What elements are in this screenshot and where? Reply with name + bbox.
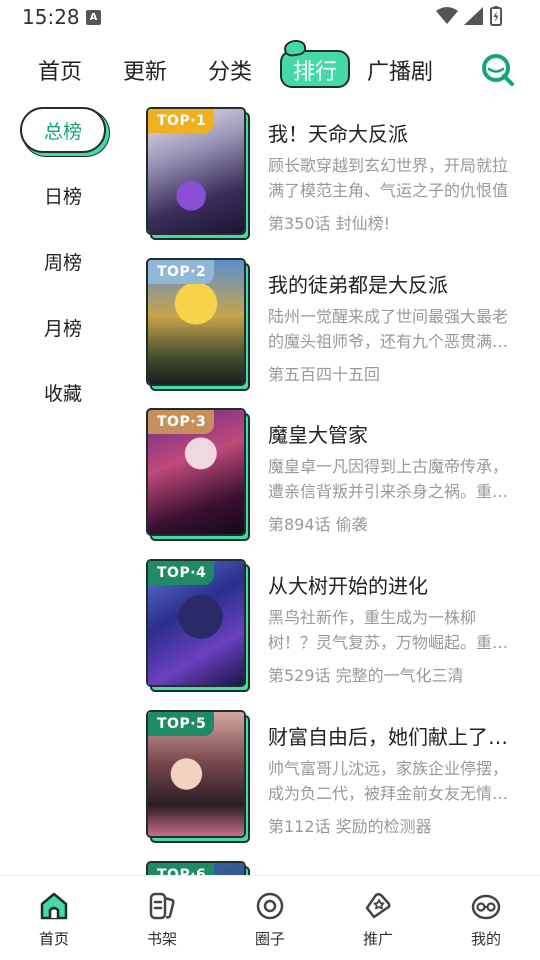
item-episode: 第894话 偷袭 (268, 515, 368, 534)
cover-image[interactable]: TOP·6 (146, 861, 246, 875)
notification-icon: A (86, 10, 101, 25)
profile-icon (471, 894, 501, 920)
bottom-nav-label: 首页 (38, 930, 69, 948)
search-icon[interactable] (480, 52, 516, 88)
bottom-nav: 首页 书架 圈子 推广 我的 (0, 875, 540, 960)
bottom-nav-home[interactable]: 首页 (0, 876, 108, 960)
tab-category[interactable]: 分类 (208, 54, 252, 86)
bottom-nav-promote[interactable]: 推广 (324, 876, 432, 960)
tab-update[interactable]: 更新 (123, 54, 167, 86)
status-bar: 15:28 A (0, 0, 540, 34)
wifi-icon (436, 7, 458, 24)
list-item[interactable]: TOP·1 我！天命大反派 顾长歌穿越到玄幻世界，开局就拉满了模范主角、气运之子… (146, 107, 526, 240)
bookshelf-icon (149, 892, 175, 920)
bottom-nav-label: 推广 (362, 930, 393, 948)
item-description: 魔皇卓一凡因得到上古魔帝传承，遭亲信背叛并引来杀身之祸。重生之后 (268, 457, 509, 501)
item-description: 顾长歌穿越到玄幻世界，开局就拉满了模范主角、气运之子的仇恨值 (268, 156, 509, 200)
cover-image[interactable]: TOP·2 (146, 258, 246, 386)
rank-badge: TOP·3 (148, 410, 214, 434)
tab-audio-drama[interactable]: 广播剧 (367, 54, 433, 86)
cover-image[interactable]: TOP·5 (146, 710, 246, 838)
bottom-nav-circle[interactable]: 圈子 (216, 876, 324, 960)
rank-badge: TOP·6 (148, 863, 214, 875)
bottom-nav-bookshelf[interactable]: 书架 (108, 876, 216, 960)
bottom-nav-label: 我的 (470, 930, 501, 948)
top-nav: 首页 更新 分类 排行 广播剧 (0, 38, 540, 98)
item-episode: 第五百四十五回 (268, 365, 381, 384)
list-item[interactable]: TOP·6 (146, 861, 526, 875)
item-description: 黑鸟社新作，重生成为一株柳树！？灵气复苏，万物崛起。重生为树 (268, 608, 509, 652)
list-item[interactable]: TOP·5 财富自由后，她们献上了忠诚 帅气富哥儿沈远，家族企业停摆，成为负二代… (146, 710, 526, 843)
rank-badge: TOP·5 (148, 712, 214, 736)
battery-icon (490, 6, 502, 26)
rank-badge: TOP·4 (148, 561, 214, 585)
tab-ranking[interactable]: 排行 (293, 54, 337, 86)
cover-image[interactable]: TOP·3 (146, 408, 246, 536)
bottom-nav-label: 书架 (146, 930, 177, 948)
item-episode: 第350话 封仙榜! (268, 214, 391, 233)
list-item[interactable]: TOP·4 从大树开始的进化 黑鸟社新作，重生成为一株柳树！？灵气复苏，万物崛起… (146, 559, 526, 692)
cover-image[interactable]: TOP·4 (146, 559, 246, 687)
item-title: 从大树开始的进化 (268, 574, 428, 598)
rank-badge: TOP·1 (148, 109, 214, 133)
ranking-list: TOP·1 我！天命大反派 顾长歌穿越到玄幻世界，开局就拉满了模范主角、气运之子… (0, 100, 540, 875)
item-description: 陆州一觉醒来成了世间最强大最老的魔头祖师爷，还有九个恶贯满盈的徒弟 (268, 307, 509, 351)
circle-icon (256, 892, 284, 920)
item-title: 我的徒弟都是大反派 (268, 273, 448, 297)
bottom-nav-label: 圈子 (254, 930, 285, 948)
status-icons (436, 6, 502, 26)
item-episode: 第529话 完整的一气化三清 (268, 666, 464, 685)
item-title: 魔皇大管家 (268, 423, 368, 447)
status-time: 15:28 (22, 5, 80, 29)
promote-icon (365, 892, 391, 919)
signal-icon (464, 7, 483, 25)
item-title: 我！天命大反派 (268, 122, 408, 146)
tab-home[interactable]: 首页 (38, 54, 82, 86)
item-description: 帅气富哥儿沈远，家族企业停摆，成为负二代，被拜金前女友无情抛弃 (268, 759, 509, 803)
home-icon (40, 892, 68, 920)
item-title: 财富自由后，她们献上了忠诚 (268, 725, 518, 749)
cover-image[interactable]: TOP·1 (146, 107, 246, 235)
list-item[interactable]: TOP·2 我的徒弟都是大反派 陆州一觉醒来成了世间最强大最老的魔头祖师爷，还有… (146, 258, 526, 391)
rank-badge: TOP·2 (148, 260, 214, 284)
bottom-nav-profile[interactable]: 我的 (432, 876, 540, 960)
list-item[interactable]: TOP·3 魔皇大管家 魔皇卓一凡因得到上古魔帝传承，遭亲信背叛并引来杀身之祸。… (146, 408, 526, 541)
item-episode: 第112话 奖励的检测器 (268, 817, 432, 836)
